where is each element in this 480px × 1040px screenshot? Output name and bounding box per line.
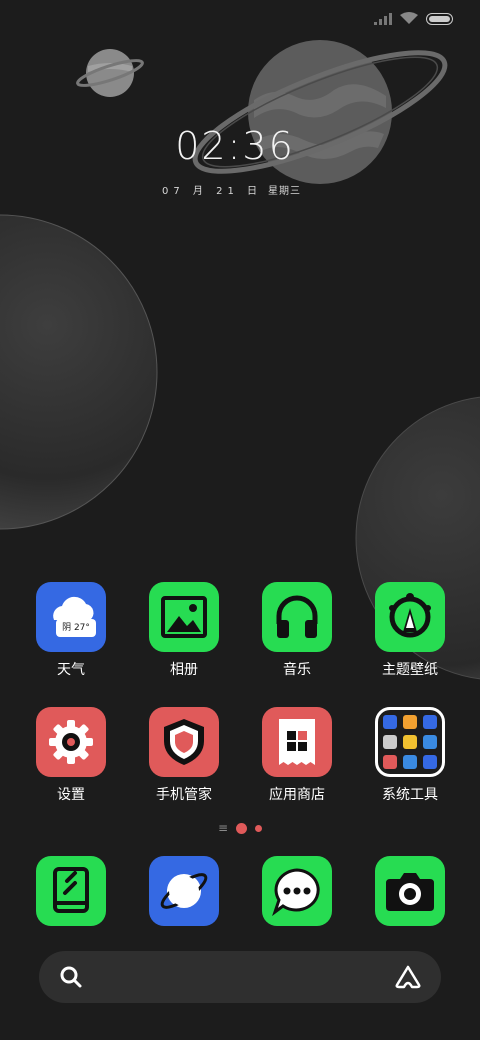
app-store[interactable]: 应用商店: [247, 707, 347, 804]
app-folder-tools[interactable]: 系统工具: [360, 707, 460, 804]
camera-icon: [375, 856, 445, 926]
app-weather[interactable]: 阴 27° 天气: [21, 582, 121, 679]
app-label: 设置: [57, 787, 85, 803]
gear-icon: [36, 707, 106, 777]
app-phone-manager[interactable]: 手机管家: [134, 707, 234, 804]
app-gallery[interactable]: 相册: [134, 582, 234, 679]
page-dot[interactable]: [255, 824, 263, 832]
clock-date: 07 月 21 日: [162, 186, 262, 197]
signal-icon: [374, 12, 392, 25]
shield-icon: [149, 707, 219, 777]
big-planet-left: [0, 214, 158, 530]
page-indicator[interactable]: ≡: [0, 822, 480, 834]
wifi-icon: [400, 12, 418, 24]
assistant-icon[interactable]: [395, 965, 421, 989]
weather-badge: 阴 27°: [56, 619, 96, 637]
page-dot-active[interactable]: [236, 822, 248, 834]
app-label: 天气: [57, 662, 85, 678]
search-bar[interactable]: [39, 951, 441, 1003]
clock-weekday: 星期三: [268, 186, 301, 197]
store-icon: [262, 707, 332, 777]
ringed-planet: [192, 40, 448, 184]
app-label: 系统工具: [382, 787, 438, 803]
clock-time: 02:36: [175, 124, 295, 168]
status-bar: [374, 12, 454, 25]
app-label: 手机管家: [156, 787, 212, 803]
notes-icon: [36, 856, 106, 926]
battery-icon: [426, 12, 453, 25]
messages-icon: [262, 856, 332, 926]
app-label: 主题壁纸: [382, 662, 438, 678]
menu-icon[interactable]: ≡: [218, 822, 228, 834]
app-theme[interactable]: 主题壁纸: [360, 582, 460, 679]
dock-browser[interactable]: [134, 856, 234, 926]
app-label: 应用商店: [269, 787, 325, 803]
dock-notes[interactable]: [21, 856, 121, 926]
gallery-icon: [149, 582, 219, 652]
app-label: 音乐: [283, 662, 311, 678]
dock-messages[interactable]: [247, 856, 347, 926]
app-settings[interactable]: 设置: [21, 707, 121, 804]
folder-icon: [375, 707, 445, 777]
browser-icon: [149, 856, 219, 926]
small-planet: [76, 49, 144, 97]
theme-icon: [375, 582, 445, 652]
weather-icon: 阴 27°: [36, 582, 106, 652]
search-icon[interactable]: [59, 965, 83, 989]
app-music[interactable]: 音乐: [247, 582, 347, 679]
headphones-icon: [262, 582, 332, 652]
dock-camera[interactable]: [360, 856, 460, 926]
app-label: 相册: [170, 662, 198, 678]
folder-grid: [383, 715, 437, 769]
